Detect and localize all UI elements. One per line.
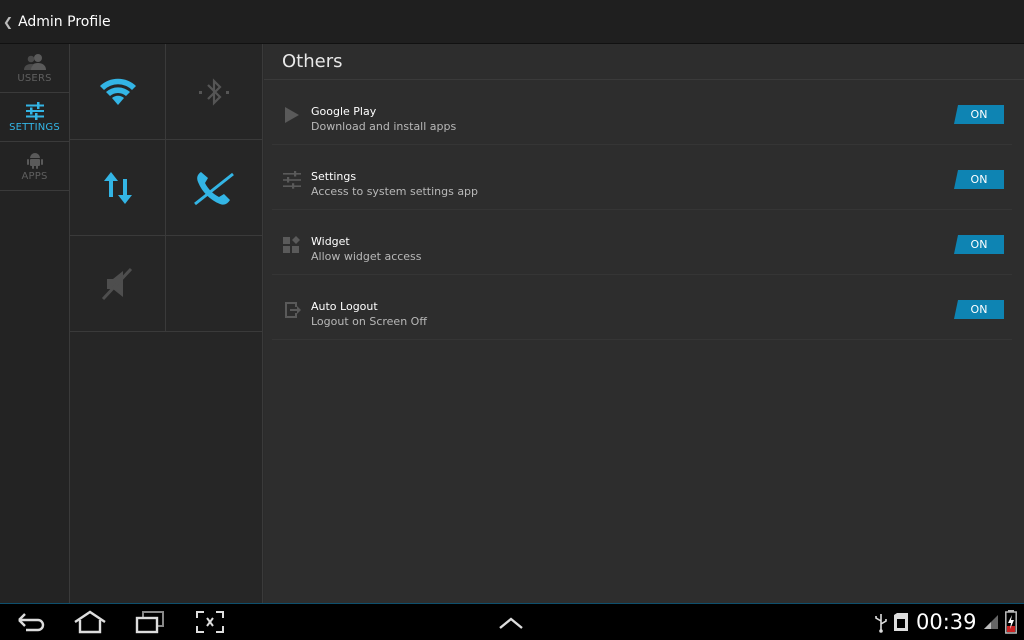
toggle-phone-calls[interactable] <box>166 140 262 236</box>
wifi-icon <box>99 78 136 105</box>
recent-apps-icon[interactable] <box>135 610 165 634</box>
clock: 00:39 <box>916 610 977 634</box>
setting-title: Widget <box>311 235 350 248</box>
sidebar-item-label: APPS <box>21 170 48 182</box>
sound-muted-icon <box>101 267 132 300</box>
sliders-icon <box>25 101 44 120</box>
chevron-up-icon[interactable] <box>498 616 524 630</box>
setting-row-settings[interactable]: Settings Access to system settings app O… <box>272 145 1012 210</box>
widget-toggle[interactable]: ON <box>954 235 1004 254</box>
chevron-left-icon: ❮ <box>3 14 14 29</box>
back-button[interactable]: ❮ Admin Profile <box>0 0 111 44</box>
signal-icon <box>984 615 998 629</box>
setting-row-auto-logout[interactable]: Auto Logout Logout on Screen Off ON <box>272 275 1012 340</box>
google-play-toggle[interactable]: ON <box>954 105 1004 124</box>
toggle-empty-slot <box>166 236 262 332</box>
sidebar-item-users[interactable]: USERS <box>0 44 69 93</box>
sliders-icon <box>283 171 301 189</box>
setting-title: Google Play <box>311 105 377 118</box>
system-bar: 00:39 <box>0 603 1024 640</box>
home-icon[interactable] <box>73 610 107 634</box>
screenshot-icon[interactable] <box>195 610 225 634</box>
app-root: ❮ Admin Profile USERS SETTINGS APPS Othe… <box>0 0 1024 640</box>
back-nav-icon[interactable] <box>16 612 46 632</box>
setting-subtitle: Download and install apps <box>311 120 457 133</box>
toggle-mobile-data[interactable] <box>70 140 166 236</box>
setting-title: Auto Logout <box>311 300 378 313</box>
sidebar-item-label: SETTINGS <box>9 121 60 133</box>
android-icon <box>26 152 43 169</box>
users-icon <box>23 53 46 70</box>
phone-blocked-icon <box>194 171 234 205</box>
setting-subtitle: Allow widget access <box>311 250 422 263</box>
toggle-bluetooth[interactable] <box>166 44 262 140</box>
page-title: Admin Profile <box>18 13 111 30</box>
setting-row-google-play[interactable]: Google Play Download and install apps ON <box>272 80 1012 145</box>
action-bar: ❮ Admin Profile <box>0 0 1024 44</box>
logout-icon <box>285 302 301 318</box>
toggle-wifi[interactable] <box>70 44 166 140</box>
sidebar-item-settings[interactable]: SETTINGS <box>0 93 69 142</box>
widget-icon <box>283 236 300 253</box>
data-transfer-icon <box>103 171 132 204</box>
sidebar: USERS SETTINGS APPS <box>0 44 70 603</box>
usb-icon <box>875 614 887 633</box>
setting-title: Settings <box>311 170 357 183</box>
quick-toggle-grid <box>70 44 263 603</box>
setting-subtitle: Access to system settings app <box>311 185 479 198</box>
play-icon <box>285 107 299 123</box>
section-title: Others <box>264 44 1024 80</box>
settings-toggle[interactable]: ON <box>954 170 1004 189</box>
settings-panel: Others Google Play Download and install … <box>264 44 1024 603</box>
sd-card-icon <box>894 613 908 631</box>
sidebar-item-apps[interactable]: APPS <box>0 142 69 191</box>
battery-charging-icon <box>1005 610 1017 634</box>
setting-row-widget[interactable]: Widget Allow widget access ON <box>272 210 1012 275</box>
bluetooth-icon <box>199 77 229 106</box>
sidebar-item-label: USERS <box>17 72 52 84</box>
auto-logout-toggle[interactable]: ON <box>954 300 1004 319</box>
setting-subtitle: Logout on Screen Off <box>311 315 427 328</box>
toggle-sound[interactable] <box>70 236 166 332</box>
